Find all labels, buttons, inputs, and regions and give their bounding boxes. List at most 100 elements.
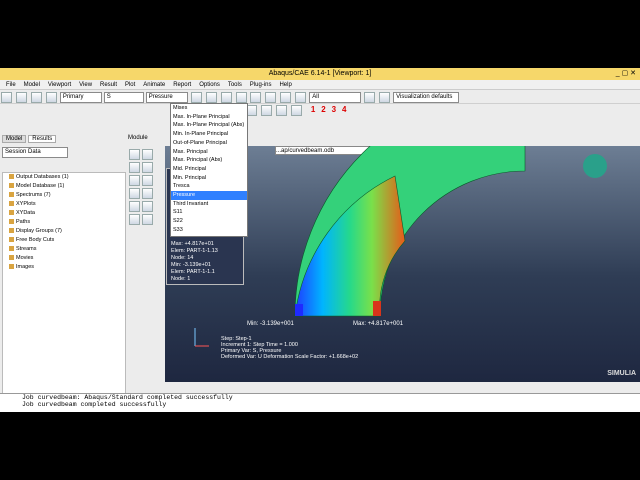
frame-2[interactable]: 2 bbox=[321, 105, 325, 114]
folder-icon bbox=[9, 192, 14, 198]
variable-select[interactable]: S bbox=[103, 92, 144, 103]
tree-item[interactable]: Streams bbox=[3, 245, 125, 254]
view-icon[interactable] bbox=[280, 92, 292, 103]
legend-max-elem: Elem: PART-1-1.13 bbox=[171, 248, 218, 254]
dropdown-option[interactable]: Max. In-Plane Principal bbox=[171, 113, 247, 122]
min-stress-spot bbox=[295, 304, 303, 316]
select-arrow-icon[interactable] bbox=[295, 92, 307, 103]
new-icon[interactable] bbox=[1, 92, 12, 103]
session-select[interactable]: Session Data bbox=[2, 147, 68, 158]
status-deformed: Deformed Var: U Deformation Scale Factor… bbox=[221, 354, 359, 360]
tree-item[interactable]: Model Database (1) bbox=[3, 182, 125, 191]
dropdown-option[interactable]: S11 bbox=[171, 208, 247, 217]
menu-file[interactable]: File bbox=[6, 80, 16, 90]
plot-undeformed-icon[interactable] bbox=[129, 162, 140, 173]
menu-result[interactable]: Result bbox=[100, 80, 117, 90]
tree-item[interactable]: Display Groups (7) bbox=[3, 227, 125, 236]
path-icon[interactable] bbox=[142, 188, 153, 199]
plot-contours-icon[interactable] bbox=[129, 149, 140, 160]
dropdown-option[interactable]: Min. In-Plane Principal bbox=[171, 130, 247, 139]
legend-max-node: Node: 14 bbox=[171, 255, 194, 261]
folder-icon bbox=[9, 228, 14, 234]
box-zoom-icon[interactable] bbox=[250, 92, 262, 103]
menu-animate[interactable]: Animate bbox=[143, 80, 165, 90]
dropdown-option[interactable]: Third Invariant bbox=[171, 200, 247, 209]
frame-4[interactable]: 4 bbox=[342, 105, 346, 114]
menu-model[interactable]: Model bbox=[24, 80, 40, 90]
dropdown-option[interactable]: Out-of-Plane Principal bbox=[171, 139, 247, 148]
tool2-icon[interactable] bbox=[260, 105, 272, 116]
legend-min-node: Node: 1 bbox=[171, 276, 191, 282]
dropdown-option[interactable]: Mises bbox=[171, 104, 247, 113]
menu-help[interactable]: Help bbox=[279, 80, 291, 90]
dropdown-option[interactable]: Max. In-Plane Principal (Abs) bbox=[171, 121, 247, 130]
dropdown-option[interactable]: Min. Principal bbox=[171, 174, 247, 183]
tree-item[interactable]: Movies bbox=[3, 254, 125, 263]
tab-strip: Model Results bbox=[2, 135, 126, 145]
tree-item[interactable]: Free Body Cuts bbox=[3, 236, 125, 245]
cut-icon[interactable] bbox=[129, 214, 140, 225]
frame-3[interactable]: 3 bbox=[332, 105, 336, 114]
folder-icon bbox=[9, 201, 14, 207]
refresh-icon[interactable] bbox=[190, 92, 202, 103]
color-icon[interactable] bbox=[364, 92, 376, 103]
stream-icon[interactable] bbox=[142, 214, 153, 225]
triad-quadrant bbox=[583, 154, 607, 178]
folder-icon bbox=[9, 264, 14, 270]
dropdown-option[interactable]: S33 bbox=[171, 226, 247, 235]
menu-plot[interactable]: Plot bbox=[125, 80, 135, 90]
plot-deformed-icon[interactable] bbox=[142, 149, 153, 160]
component-dropdown[interactable]: Mises Max. In-Plane Principal Max. In-Pl… bbox=[170, 103, 248, 237]
dropdown-option[interactable]: S22 bbox=[171, 217, 247, 226]
tab-results[interactable]: Results bbox=[28, 135, 57, 143]
menu-report[interactable]: Report bbox=[173, 80, 191, 90]
fit-icon[interactable] bbox=[265, 92, 277, 103]
display-group-select[interactable]: All bbox=[309, 92, 362, 103]
title-bar: Abaqus/CAE 6.14-1 [Viewport: 1] _ ▢ ✕ bbox=[0, 68, 640, 80]
tree-item[interactable]: Paths bbox=[3, 218, 125, 227]
tree-item[interactable]: Images bbox=[3, 263, 125, 272]
open-icon[interactable] bbox=[15, 92, 27, 103]
menu-options[interactable]: Options bbox=[199, 80, 220, 90]
tree-item[interactable]: Output Databases (1) bbox=[3, 173, 125, 182]
menu-tools[interactable]: Tools bbox=[228, 80, 242, 90]
dropdown-option[interactable]: Mid. Principal bbox=[171, 165, 247, 174]
folder-icon bbox=[9, 246, 14, 252]
zoom-icon[interactable] bbox=[235, 92, 247, 103]
menu-view[interactable]: View bbox=[79, 80, 92, 90]
tab-model[interactable]: Model bbox=[2, 135, 27, 143]
abaqus-window: Abaqus/CAE 6.14-1 [Viewport: 1] _ ▢ ✕ Fi… bbox=[0, 68, 640, 412]
menu-viewport[interactable]: Viewport bbox=[48, 80, 71, 90]
folder-icon bbox=[9, 255, 14, 261]
component-select[interactable]: Pressure bbox=[145, 92, 188, 103]
dropdown-option-selected[interactable]: Pressure bbox=[171, 191, 247, 200]
animate-icon[interactable] bbox=[142, 175, 153, 186]
tree-item[interactable]: XYData bbox=[3, 209, 125, 218]
menu-plugins[interactable]: Plug-ins bbox=[250, 80, 272, 90]
legend-max: Max: +4.817e+01 bbox=[171, 241, 214, 247]
query-icon[interactable] bbox=[142, 201, 153, 212]
report-icon[interactable] bbox=[129, 201, 140, 212]
xy-icon[interactable] bbox=[129, 188, 140, 199]
tree-item[interactable]: Spectrums (7) bbox=[3, 191, 125, 200]
rotate-icon[interactable] bbox=[220, 92, 232, 103]
step-select[interactable]: Primary bbox=[59, 92, 102, 103]
print-icon[interactable] bbox=[45, 92, 57, 103]
plot-symbols-icon[interactable] bbox=[142, 162, 153, 173]
folder-icon bbox=[9, 174, 14, 180]
dropdown-option[interactable]: Max. Principal bbox=[171, 148, 247, 157]
pan-icon[interactable] bbox=[205, 92, 217, 103]
plot-material-icon[interactable] bbox=[129, 175, 140, 186]
save-icon[interactable] bbox=[30, 92, 42, 103]
tool3-icon[interactable] bbox=[275, 105, 287, 116]
dropdown-option[interactable]: Max. Principal (Abs) bbox=[171, 156, 247, 165]
frame-1[interactable]: 1 bbox=[311, 105, 315, 114]
dropdown-option[interactable]: Tresca bbox=[171, 182, 247, 191]
tree-item[interactable]: XYPlots bbox=[3, 200, 125, 209]
menu-bar: File Model Viewport View Result Plot Ani… bbox=[0, 80, 640, 90]
tool4-icon[interactable] bbox=[290, 105, 302, 116]
info-icon[interactable] bbox=[379, 92, 391, 103]
folder-icon bbox=[9, 237, 14, 243]
window-controls[interactable]: _ ▢ ✕ bbox=[616, 68, 636, 80]
visualization-defaults-select[interactable]: Visualization defaults bbox=[393, 92, 460, 103]
